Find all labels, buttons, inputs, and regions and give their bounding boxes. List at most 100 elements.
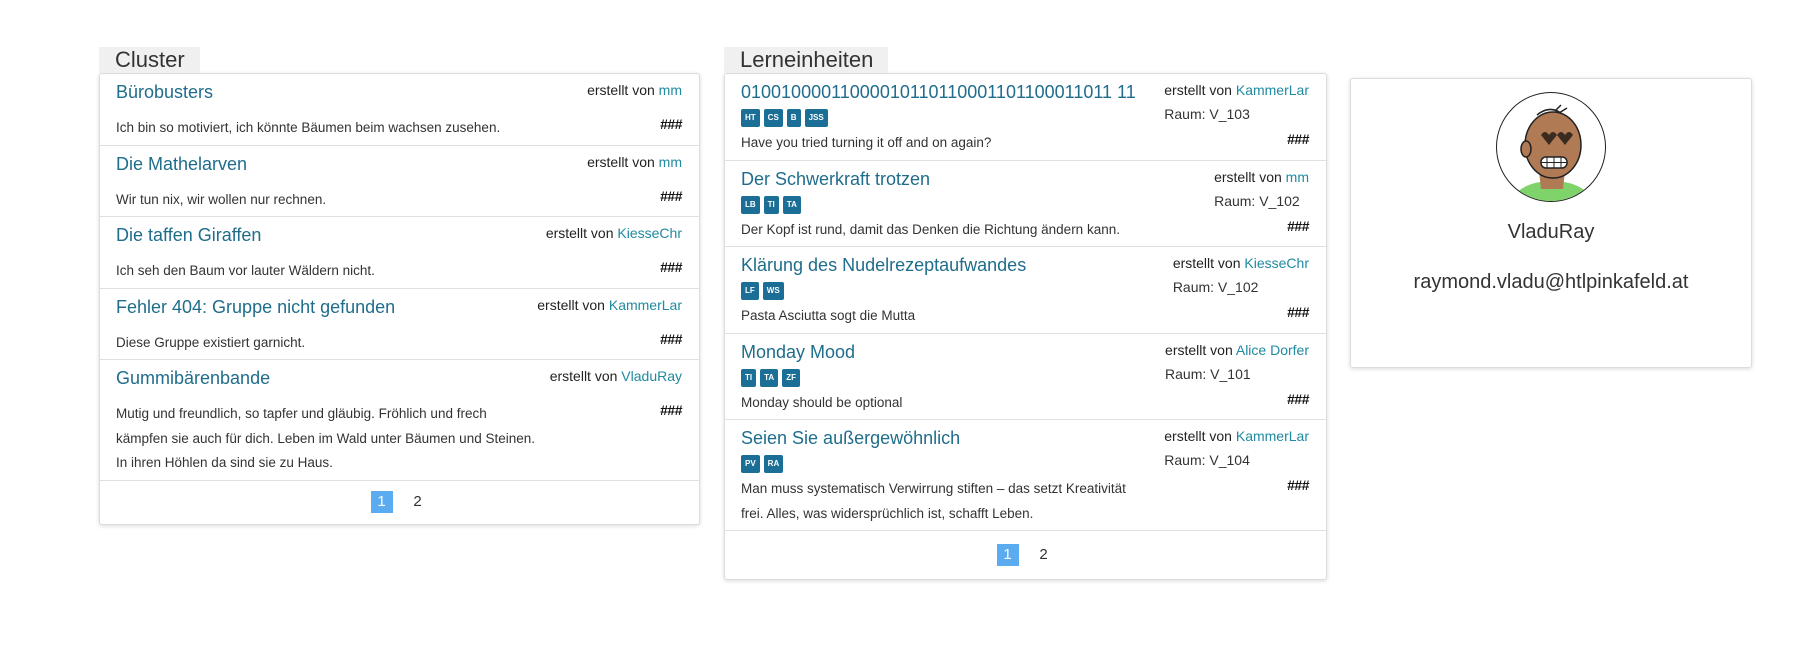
creator-link[interactable]: KammerLar xyxy=(609,297,682,313)
tag-badge: HT xyxy=(741,109,760,127)
tag-badge: WS xyxy=(762,282,784,300)
created-by-label: erstellt von xyxy=(587,82,659,98)
cluster-item[interactable]: Die taffen Giraffen erstellt von KiesseCh… xyxy=(100,217,699,289)
created-by: erstellt von KammerLar Raum: V_104 xyxy=(1164,426,1309,469)
created-by: erstellt von KiesseChr Raum: V_102 xyxy=(1173,253,1309,296)
lerneinheit-item-title[interactable]: Der Schwerkraft trotzen xyxy=(741,167,930,191)
creator-link[interactable]: Alice Dorfer xyxy=(1236,342,1309,358)
cluster-item-description: Ich bin so motiviert, ich könnte Bäumen … xyxy=(116,120,501,135)
cluster-item-header: Die Mathelarven erstellt von mm xyxy=(116,152,682,176)
creator-link[interactable]: mm xyxy=(659,154,682,170)
lerneinheit-item-description: Man muss systematisch Verwirrung stiften… xyxy=(741,481,1126,521)
cluster-item[interactable]: Bürobusters erstellt von mm Ich bin so mot… xyxy=(100,74,699,146)
avatar xyxy=(1496,92,1606,202)
tag-badge: CS xyxy=(763,109,783,127)
created-by-label: erstellt von xyxy=(1214,168,1286,185)
cluster-item[interactable]: Die Mathelarven erstellt von mm Wir tun ni… xyxy=(100,146,699,217)
tag-list: PV RA xyxy=(741,455,960,473)
hash-marker: ### xyxy=(1287,217,1309,234)
lerneinheit-item-title[interactable]: 01001000011000010110110001101100011011 1… xyxy=(741,80,1136,104)
cluster-item-title[interactable]: Die taffen Giraffen xyxy=(116,223,261,247)
hash-marker: ### xyxy=(1287,477,1309,493)
lerneinheit-item[interactable]: Monday Mood TI TA ZF erstellt von Alice Dorf… xyxy=(725,334,1326,420)
page-button-1[interactable]: 1 xyxy=(370,491,393,513)
tag-list: HT CS B JSS xyxy=(741,109,1136,127)
lerneinheit-item-description: Der Kopf ist rund, damit das Denken die … xyxy=(741,221,1120,237)
tag-badge: TI xyxy=(763,195,779,214)
creator-link[interactable]: KiesseChr xyxy=(617,225,682,241)
created-by: erstellt von mm xyxy=(587,80,682,99)
lerneinheit-item-header: Der Schwerkraft trotzen LB TI TA erstellt vo… xyxy=(741,167,1309,214)
tag-badge: LF xyxy=(741,282,759,300)
cluster-item[interactable]: Gummibärenbande erstellt von VladuRay Muti… xyxy=(100,360,699,481)
hash-marker: ### xyxy=(660,116,682,132)
created-by: erstellt von mm xyxy=(587,152,682,171)
lerneinheit-item-body: Man muss systematisch Verwirrung stiften… xyxy=(741,477,1309,530)
lerneinheit-item-title[interactable]: Klärung des Nudelrezeptaufwandes xyxy=(741,253,1026,277)
lerneinheit-item-header: Klärung des Nudelrezeptaufwandes LF WS erst… xyxy=(741,253,1309,300)
avatar-illustration xyxy=(1512,104,1592,201)
tag-badge: TI xyxy=(741,368,757,387)
hash-marker: ### xyxy=(1287,304,1309,320)
tag-badge: TA xyxy=(760,368,779,387)
lerneinheit-title-group: Der Schwerkraft trotzen LB TI TA xyxy=(741,167,930,214)
lerneinheit-item[interactable]: Klärung des Nudelrezeptaufwandes LF WS erst… xyxy=(725,247,1326,334)
cluster-item-title[interactable]: Bürobusters xyxy=(116,80,213,104)
hash-marker: ### xyxy=(1287,390,1309,407)
profile-email: raymond.vladu@htlpinkafeld.at xyxy=(1413,271,1689,293)
page-button-2[interactable]: 2 xyxy=(407,491,429,513)
cluster-item-body: Ich seh den Baum vor lauter Wäldern nich… xyxy=(116,259,682,288)
lerneinheit-item-header: 01001000011000010110110001101100011011 1… xyxy=(741,80,1309,127)
created-by-label: erstellt von xyxy=(545,225,618,241)
profile-username: VladuRay xyxy=(1507,221,1595,243)
cluster-item-description: Mutig und freundlich, so tapfer und gläu… xyxy=(116,406,535,470)
hash-marker: ### xyxy=(660,259,682,275)
lerneinheit-item-title[interactable]: Seien Sie außergewöhnlich xyxy=(741,426,960,450)
lerneinheit-item-title[interactable]: Monday Mood xyxy=(741,340,855,364)
created-by: erstellt von VladuRay xyxy=(550,366,682,385)
cluster-item-description: Wir tun nix, wir wollen nur rechnen. xyxy=(116,191,327,207)
lerneinheit-item-body: Have you tried turning it off and on aga… xyxy=(741,131,1309,160)
room-info: Raum: V_102 xyxy=(1172,279,1259,295)
room-info: Raum: V_102 xyxy=(1214,192,1300,209)
lerneinheiten-pagination: 12 xyxy=(725,531,1326,579)
created-by: erstellt von mm Raum: V_102 xyxy=(1214,167,1309,210)
cluster-item-body: Wir tun nix, wir wollen nur rechnen. ### xyxy=(116,188,682,217)
lerneinheit-item-body: Pasta Asciutta sogt die Mutta ### xyxy=(741,304,1309,333)
cluster-item-title[interactable]: Gummibärenbande xyxy=(116,366,270,390)
lerneinheit-item-header: Seien Sie außergewöhnlich PV RA erstellt vo… xyxy=(741,426,1309,473)
tag-list: TI TA ZF xyxy=(741,368,855,387)
page-button-1[interactable]: 1 xyxy=(996,544,1019,566)
lerneinheit-item[interactable]: Seien Sie außergewöhnlich PV RA erstellt vo… xyxy=(725,420,1326,531)
lerneinheit-title-group: 01001000011000010110110001101100011011 1… xyxy=(741,80,1136,127)
tag-badge: LB xyxy=(741,195,760,214)
lerneinheit-item[interactable]: Der Schwerkraft trotzen LB TI TA erstellt vo… xyxy=(725,161,1326,247)
cluster-pagination: 12 xyxy=(100,481,699,524)
cluster-item-body: Diese Gruppe existiert garnicht. ### xyxy=(116,331,682,360)
profile-section: VladuRay raymond.vladu@htlpinkafeld.at xyxy=(1350,78,1752,368)
creator-link[interactable]: mm xyxy=(1286,169,1309,185)
creator-link[interactable]: mm xyxy=(659,82,682,98)
cluster-item-header: Die taffen Giraffen erstellt von KiesseCh… xyxy=(116,223,682,247)
cluster-item-description: Ich seh den Baum vor lauter Wäldern nich… xyxy=(116,263,375,278)
created-by: erstellt von Alice Dorfer Raum: V_101 xyxy=(1165,340,1309,383)
creator-link[interactable]: KiesseChr xyxy=(1244,255,1309,271)
room-info: Raum: V_101 xyxy=(1165,365,1251,382)
lerneinheit-item-body: Der Kopf ist rund, damit das Denken die … xyxy=(741,218,1309,247)
cluster-item[interactable]: Fehler 404: Gruppe nicht gefunden erstell… xyxy=(100,289,699,360)
cluster-item-title[interactable]: Die Mathelarven xyxy=(116,152,247,176)
cluster-item-title[interactable]: Fehler 404: Gruppe nicht gefunden xyxy=(116,295,395,319)
room-info: Raum: V_103 xyxy=(1164,106,1250,122)
cluster-section: Cluster Bürobusters erstellt von mm Ich bi… xyxy=(99,47,700,525)
creator-link[interactable]: KammerLar xyxy=(1236,82,1309,98)
page-button-2[interactable]: 2 xyxy=(1033,544,1055,566)
lerneinheit-item[interactable]: 01001000011000010110110001101100011011 1… xyxy=(725,74,1326,161)
tag-badge: ZF xyxy=(782,368,800,387)
created-by-label: erstellt von xyxy=(1164,82,1236,98)
created-by-label: erstellt von xyxy=(587,153,659,170)
cluster-item-body: Mutig und freundlich, so tapfer und gläu… xyxy=(116,402,682,480)
creator-link[interactable]: KammerLar xyxy=(1236,428,1309,444)
created-by-label: erstellt von xyxy=(1172,255,1245,271)
creator-link[interactable]: VladuRay xyxy=(621,368,682,384)
lerneinheiten-card: 01001000011000010110110001101100011011 1… xyxy=(724,73,1327,580)
